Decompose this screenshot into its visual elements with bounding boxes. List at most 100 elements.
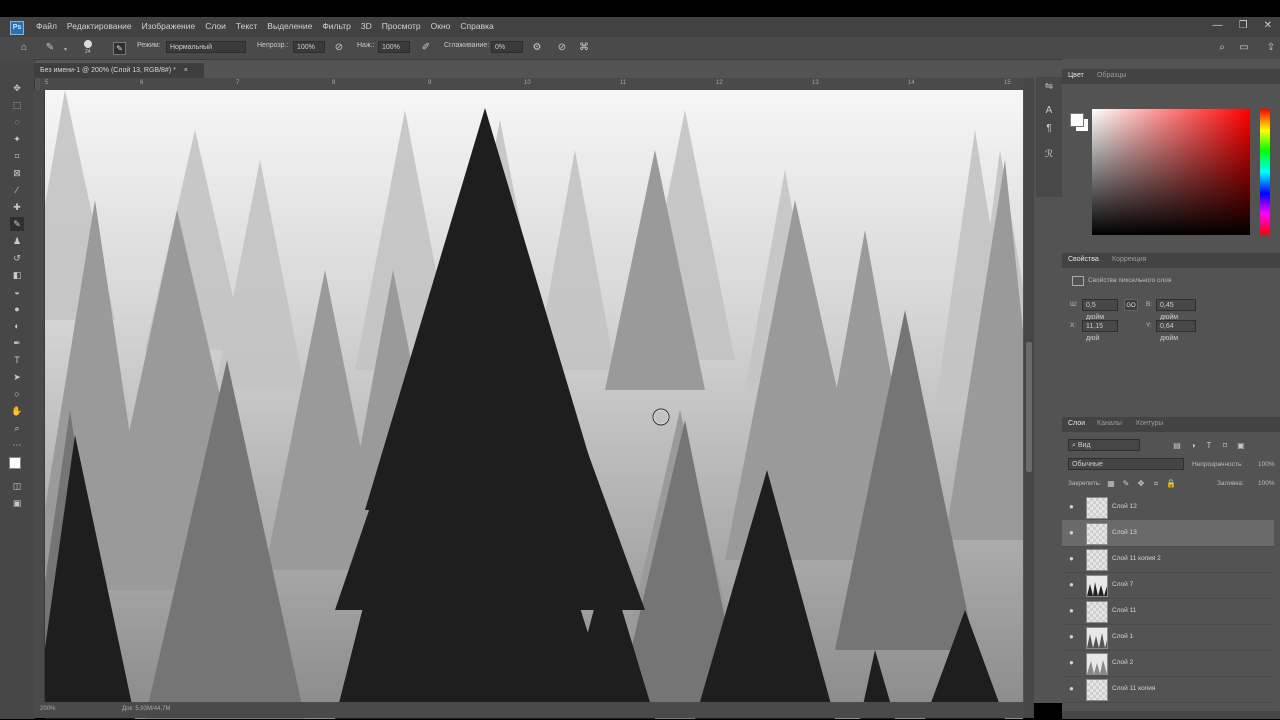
magic-wand-icon[interactable]: ✦ bbox=[10, 132, 24, 146]
layer-row[interactable]: ● Слой 2 bbox=[1062, 650, 1274, 677]
menu-filter[interactable]: Фильтр bbox=[322, 21, 351, 31]
brush-panel-icon[interactable]: ✎ bbox=[113, 42, 126, 55]
menu-file[interactable]: Файл bbox=[36, 21, 57, 31]
type-tool-icon[interactable]: T bbox=[10, 353, 24, 367]
history-icon[interactable]: ⇋ bbox=[1043, 81, 1055, 93]
tab-adjustments[interactable]: Коррекция bbox=[1112, 256, 1146, 263]
frame-tool-icon[interactable]: ⊠ bbox=[10, 166, 24, 180]
eye-icon[interactable]: ● bbox=[1069, 684, 1074, 693]
eye-icon[interactable]: ● bbox=[1069, 554, 1074, 563]
share-icon[interactable]: ⇪ bbox=[1265, 42, 1277, 54]
height-input[interactable]: 0,45 дюйм bbox=[1156, 299, 1196, 321]
filter-smart-icon[interactable]: ▣ bbox=[1236, 440, 1246, 452]
tab-layers[interactable]: Слои bbox=[1068, 420, 1085, 427]
scroll-thumb[interactable] bbox=[1026, 342, 1032, 472]
crop-tool-icon[interactable]: ⌗ bbox=[10, 149, 24, 163]
more-tools-icon[interactable]: ⋯ bbox=[10, 438, 24, 452]
eye-icon[interactable]: ● bbox=[1069, 632, 1074, 641]
smoothing-input[interactable]: 0% bbox=[491, 41, 523, 53]
layer-row-selected[interactable]: ● Слой 13 bbox=[1062, 520, 1274, 547]
y-input[interactable]: 0,64 дюйм bbox=[1156, 320, 1196, 342]
filter-type-icon[interactable]: T bbox=[1204, 440, 1214, 452]
eye-icon[interactable]: ● bbox=[1069, 658, 1074, 667]
menu-help[interactable]: Справка bbox=[460, 21, 493, 31]
document-tab[interactable]: Без имени-1 @ 200% (Слой 13, RGB/8#) * × bbox=[34, 62, 204, 78]
eyedropper-icon[interactable]: ⁄ bbox=[10, 183, 24, 197]
eye-icon[interactable]: ● bbox=[1069, 502, 1074, 511]
quick-mask-icon[interactable]: ◫ bbox=[10, 479, 24, 493]
width-input[interactable]: 0,5 дюйм bbox=[1082, 299, 1118, 321]
lock-transparent-icon[interactable]: ▦ bbox=[1106, 478, 1116, 490]
healing-brush-icon[interactable]: ✚ bbox=[10, 200, 24, 214]
chevron-down-icon[interactable]: ▾ bbox=[64, 46, 67, 53]
layer-row[interactable]: ● Слой 12 bbox=[1062, 494, 1274, 521]
menu-view[interactable]: Просмотр bbox=[382, 21, 421, 31]
mode-select[interactable]: Нормальный bbox=[166, 41, 246, 53]
airbrush-icon[interactable]: ✐ bbox=[420, 42, 432, 54]
hue-slider[interactable] bbox=[1260, 109, 1270, 235]
layer-row[interactable]: ● Слой 1 bbox=[1062, 624, 1274, 651]
layer-filter-select[interactable]: ⌕ Вид bbox=[1068, 439, 1140, 451]
menu-image[interactable]: Изображение bbox=[142, 21, 196, 31]
menu-edit[interactable]: Редактирование bbox=[67, 21, 132, 31]
flow-input[interactable]: 100% bbox=[378, 41, 410, 53]
color-field[interactable] bbox=[1092, 109, 1250, 235]
tab-paths[interactable]: Контуры bbox=[1136, 420, 1163, 427]
marquee-tool-icon[interactable]: ⬚ bbox=[10, 98, 24, 112]
move-tool-icon[interactable]: ✥ bbox=[10, 81, 24, 95]
home-icon[interactable]: ⌂ bbox=[18, 42, 30, 54]
zoom-tool-icon[interactable]: ⌕ bbox=[10, 421, 24, 435]
layer-row[interactable]: ● Слой 7 bbox=[1062, 572, 1274, 599]
lock-position-icon[interactable]: ✥ bbox=[1136, 478, 1146, 490]
stamp-tool-icon[interactable]: ♟ bbox=[10, 234, 24, 248]
tab-color[interactable]: Цвет bbox=[1068, 72, 1084, 79]
lock-all-icon[interactable]: 🔒 bbox=[1166, 478, 1176, 490]
paragraph-icon[interactable]: ¶ bbox=[1043, 123, 1055, 135]
gear-icon[interactable]: ⚙ bbox=[531, 42, 543, 54]
eye-icon[interactable]: ● bbox=[1069, 606, 1074, 615]
foreground-color-swatch[interactable] bbox=[9, 457, 21, 469]
layer-row[interactable]: ● Слой 11 копия bbox=[1062, 676, 1274, 703]
menu-window[interactable]: Окно bbox=[431, 21, 451, 31]
screen-mode-icon[interactable]: ▣ bbox=[10, 496, 24, 510]
filter-adjust-icon[interactable]: ◑ bbox=[1188, 440, 1198, 452]
menu-layers[interactable]: Слои bbox=[205, 21, 226, 31]
close-window-button[interactable]: ✕ bbox=[1264, 20, 1272, 31]
tab-swatches[interactable]: Образцы bbox=[1097, 72, 1126, 79]
layer-opacity-value[interactable]: 100% bbox=[1258, 461, 1275, 468]
minimize-button[interactable]: — bbox=[1213, 20, 1223, 31]
brush-tool-icon[interactable]: ✎ bbox=[44, 42, 56, 54]
filter-pixel-icon[interactable]: ▤ bbox=[1172, 440, 1182, 452]
close-tab-icon[interactable]: × bbox=[184, 67, 188, 74]
pen-tool-icon[interactable]: ✒ bbox=[10, 336, 24, 350]
opacity-input[interactable]: 100% bbox=[293, 41, 325, 53]
link-icon[interactable]: GO bbox=[1124, 299, 1138, 311]
menu-3d[interactable]: 3D bbox=[361, 21, 372, 31]
menu-text[interactable]: Текст bbox=[236, 21, 257, 31]
canvas[interactable] bbox=[45, 90, 1023, 719]
zoom-level[interactable]: 200% bbox=[40, 706, 55, 712]
vertical-scrollbar[interactable] bbox=[1024, 78, 1034, 718]
workspace-icon[interactable]: ▭ bbox=[1238, 42, 1250, 54]
glyphs-icon[interactable]: ℛ bbox=[1043, 149, 1055, 161]
lasso-tool-icon[interactable]: ◌ bbox=[10, 115, 24, 129]
brush-tool-icon-active[interactable]: ✎ bbox=[10, 217, 24, 231]
hand-tool-icon[interactable]: ✋ bbox=[10, 404, 24, 418]
foreground-swatch[interactable] bbox=[1070, 113, 1084, 127]
tab-properties[interactable]: Свойства bbox=[1068, 256, 1099, 263]
lock-artboard-icon[interactable]: ⌗ bbox=[1151, 478, 1161, 490]
maximize-button[interactable]: ❐ bbox=[1239, 20, 1248, 31]
eye-icon[interactable]: ● bbox=[1069, 580, 1074, 589]
dodge-tool-icon[interactable]: ◐ bbox=[10, 319, 24, 333]
path-select-icon[interactable]: ➤ bbox=[10, 370, 24, 384]
lock-pixels-icon[interactable]: ✎ bbox=[1121, 478, 1131, 490]
eraser-tool-icon[interactable]: ◧ bbox=[10, 268, 24, 282]
shape-tool-icon[interactable]: ○ bbox=[10, 387, 24, 401]
tab-channels[interactable]: Каналы bbox=[1097, 420, 1122, 427]
history-brush-icon[interactable]: ↺ bbox=[10, 251, 24, 265]
eye-icon[interactable]: ● bbox=[1069, 528, 1074, 537]
symmetry-icon[interactable]: ⌘ bbox=[578, 42, 590, 54]
character-icon[interactable]: A bbox=[1043, 105, 1055, 117]
pressure-opacity-icon[interactable]: ⊘ bbox=[333, 42, 345, 54]
gradient-tool-icon[interactable]: ◒ bbox=[10, 285, 24, 299]
